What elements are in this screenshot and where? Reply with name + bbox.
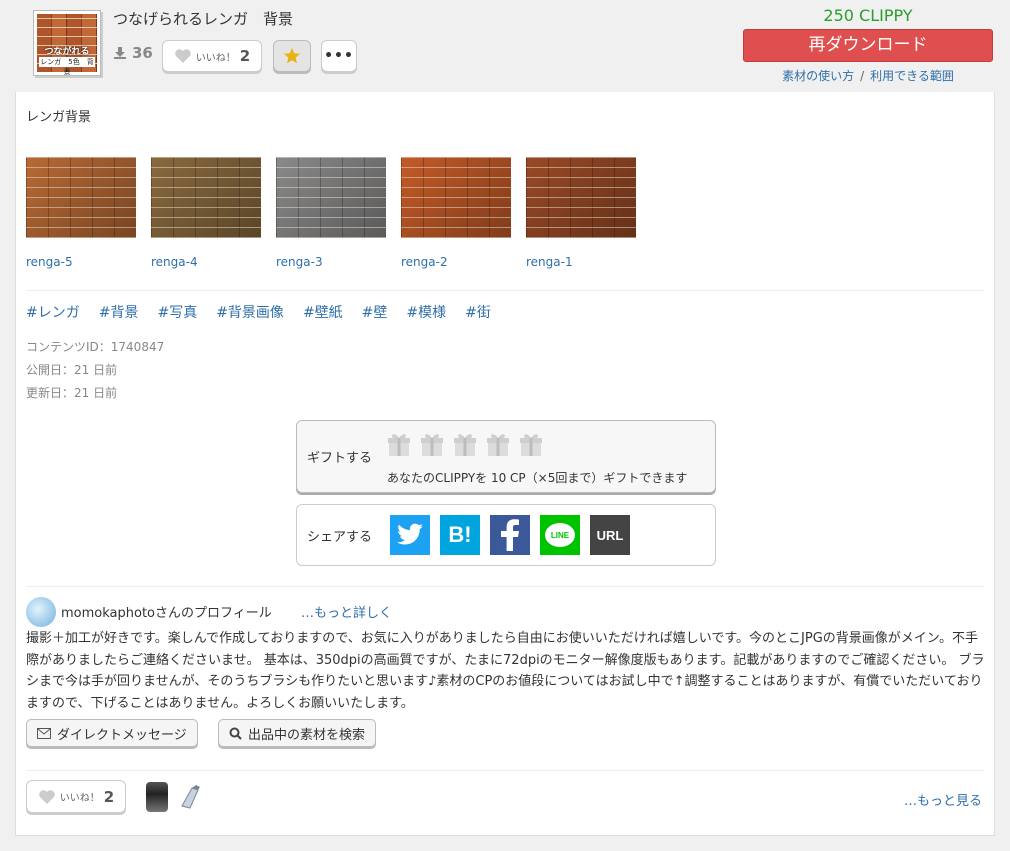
avatar[interactable]: [26, 597, 56, 627]
share-icons: B! LINE URL: [390, 515, 630, 555]
twitter-bird-icon: [397, 523, 423, 545]
tag-link[interactable]: #模様: [406, 302, 446, 322]
profile-name[interactable]: momokaphotoさんのプロフィール: [61, 602, 272, 621]
link-separator: /: [860, 69, 865, 83]
redownload-button[interactable]: 再ダウンロード: [743, 29, 993, 62]
copy-url-button[interactable]: URL: [590, 515, 630, 555]
updated-date: 更新日：21 日前: [26, 386, 118, 400]
tag-link[interactable]: #壁: [362, 302, 388, 322]
thumbnail-subtitle: レンガ 5色 背景: [39, 57, 95, 76]
thumbnail-image: つながれる レンガ 5色 背景: [37, 14, 97, 76]
item-thumbnail[interactable]: つながれる レンガ 5色 背景: [33, 10, 101, 76]
tag-list: #レンガ #背景 #写真 #背景画像 #壁紙 #壁 #模様 #街: [26, 302, 491, 322]
heart-icon: [38, 789, 55, 804]
twitter-share-button[interactable]: [390, 515, 430, 555]
line-label: LINE: [550, 530, 570, 540]
item-detail-panel: レンガ背景 renga-5 renga-4 renga-3 renga-2 re…: [15, 92, 995, 836]
search-listings-button[interactable]: 出品中の素材を検索: [218, 719, 377, 747]
profile-text: 撮影＋加工が好きです。楽しんで作成しておりますので、お気に入りがありましたら自由…: [26, 631, 985, 711]
sample-image[interactable]: [401, 157, 511, 238]
price-label: 250 CLIPPY: [823, 6, 913, 25]
sample-image[interactable]: [26, 157, 136, 238]
thumbnail-title: つながれる: [44, 47, 90, 57]
help-links: 素材の使い方 / 利用できる範囲: [743, 67, 993, 84]
more-options-button[interactable]: •••: [321, 40, 357, 72]
search-icon: [229, 727, 242, 740]
url-icon: URL: [596, 527, 624, 543]
profile-more-link[interactable]: …もっと詳しく: [301, 602, 392, 621]
sample-image[interactable]: [276, 157, 386, 238]
sample-images: renga-5 renga-4 renga-3 renga-2 renga-1: [26, 157, 636, 269]
share-box: シェアする B! LINE URL: [296, 504, 716, 566]
favorite-button[interactable]: [273, 40, 311, 72]
gift-icon[interactable]: [519, 431, 543, 457]
download-count: 36: [113, 44, 153, 62]
sample-item[interactable]: renga-4: [151, 157, 261, 269]
facebook-share-button[interactable]: [490, 515, 530, 555]
tag-link[interactable]: #レンガ: [26, 302, 80, 322]
sample-image[interactable]: [151, 157, 261, 238]
envelope-icon: [37, 727, 51, 739]
gift-icon[interactable]: [420, 431, 444, 457]
hatena-bookmark-button[interactable]: B!: [440, 515, 480, 555]
gift-note: あなたのCLIPPYを 10 CP（×5回まで）ギフトできます: [387, 471, 688, 485]
sample-image[interactable]: [526, 157, 636, 238]
sample-caption[interactable]: renga-2: [401, 255, 511, 269]
sample-item[interactable]: renga-2: [401, 157, 511, 269]
heart-icon: [174, 49, 191, 63]
sample-caption[interactable]: renga-3: [276, 255, 386, 269]
line-share-button[interactable]: LINE: [540, 515, 580, 555]
see-more-link[interactable]: …もっと見る: [904, 790, 982, 809]
liker-avatar[interactable]: [178, 784, 202, 810]
like-label: いいね！: [59, 793, 100, 804]
item-header: つながれる レンガ 5色 背景 つなげられるレンガ 背景 36 いいね！ 2 •…: [0, 0, 1010, 92]
gift-icon[interactable]: [486, 431, 510, 457]
facebook-icon: [501, 519, 519, 551]
line-icon: LINE: [545, 523, 575, 547]
published-date: 公開日：21 日前: [26, 363, 118, 377]
tag-link[interactable]: #背景: [99, 302, 139, 322]
more-dots-icon: •••: [324, 48, 354, 64]
tag-link[interactable]: #街: [465, 302, 491, 322]
search-listings-label: 出品中の素材を検索: [248, 727, 366, 743]
item-title: つなげられるレンガ 背景: [113, 10, 294, 28]
sample-caption[interactable]: renga-5: [26, 255, 136, 269]
tag-link[interactable]: #壁紙: [303, 302, 343, 322]
download-icon: [114, 47, 126, 59]
divider: [26, 770, 984, 771]
tag-link[interactable]: #写真: [157, 302, 197, 322]
share-label: シェアする: [307, 530, 373, 545]
sample-caption[interactable]: renga-4: [151, 255, 261, 269]
gift-label: ギフトする: [307, 451, 373, 466]
item-description: レンガ背景: [26, 110, 92, 125]
gift-icons: [387, 431, 543, 457]
download-count-value: 36: [132, 44, 153, 62]
divider: [26, 586, 984, 587]
sample-item[interactable]: renga-5: [26, 157, 136, 269]
like-button[interactable]: いいね！ 2: [162, 40, 262, 72]
content-meta: コンテンツID：1740847 公開日：21 日前 更新日：21 日前: [26, 336, 164, 405]
like-count: 2: [103, 787, 115, 806]
tag-link[interactable]: #背景画像: [216, 302, 284, 322]
direct-message-button[interactable]: ダイレクトメッセージ: [26, 719, 198, 747]
direct-message-label: ダイレクトメッセージ: [57, 727, 187, 743]
sample-item[interactable]: renga-3: [276, 157, 386, 269]
usage-guide-link[interactable]: 素材の使い方: [782, 69, 854, 83]
like-button-bottom[interactable]: いいね！ 2: [26, 780, 126, 813]
sample-caption[interactable]: renga-1: [526, 255, 636, 269]
star-icon: [284, 48, 300, 64]
license-scope-link[interactable]: 利用できる範囲: [870, 69, 954, 83]
divider: [26, 290, 984, 291]
hatena-icon: B!: [448, 522, 472, 547]
content-id: コンテンツID：1740847: [26, 340, 165, 354]
like-count: 2: [239, 47, 251, 65]
like-label: いいね！: [195, 52, 236, 64]
sample-item[interactable]: renga-1: [526, 157, 636, 269]
gift-box[interactable]: ギフトする あなたのCLIPPYを 10 CP（×5回まで）ギフトできます: [296, 420, 716, 493]
gift-icon[interactable]: [453, 431, 477, 457]
gift-icon[interactable]: [387, 431, 411, 457]
liker-avatar[interactable]: [146, 782, 168, 812]
